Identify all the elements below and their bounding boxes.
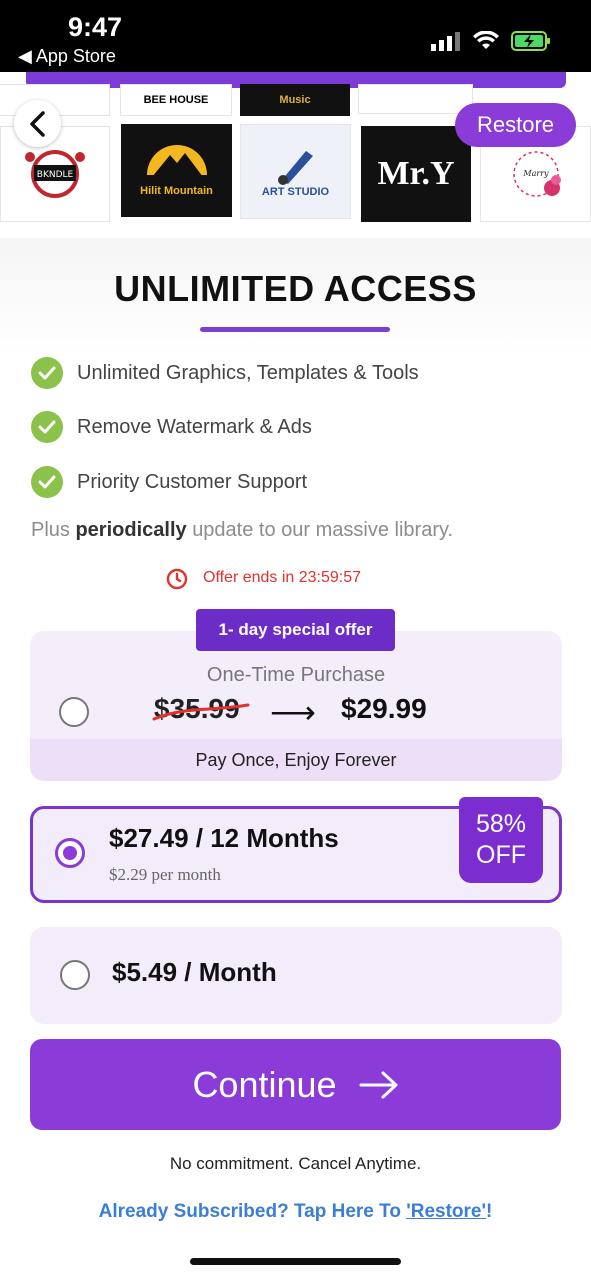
plan-title: One-Time Purchase bbox=[206, 664, 386, 686]
feature-item: Remove Watermark & Ads bbox=[31, 411, 312, 443]
svg-text:BKNDLE: BKNDLE bbox=[37, 170, 74, 180]
already-subscribed-link[interactable]: Already Subscribed? Tap Here To 'Restore… bbox=[0, 1201, 591, 1223]
gallery-tile bbox=[358, 84, 473, 114]
plan-price: $27.49 / 12 Months bbox=[109, 823, 339, 853]
plan-yearly[interactable]: $27.49 / 12 Months $2.29 per month 58% O… bbox=[30, 797, 562, 903]
offer-timer-text: Offer ends in 23:59:57 bbox=[203, 569, 362, 586]
feature-label: Unlimited Graphics, Templates & Tools bbox=[77, 361, 419, 384]
plan-radio[interactable] bbox=[59, 697, 89, 727]
wifi-icon bbox=[473, 31, 499, 49]
status-icons bbox=[431, 30, 551, 52]
gallery-tile: BEE HOUSE bbox=[120, 84, 232, 116]
discount-badge: 58% OFF bbox=[459, 797, 543, 883]
mountain-logo-icon bbox=[146, 144, 207, 177]
no-commitment-note: No commitment. Cancel Anytime. bbox=[169, 1154, 422, 1173]
plan-footer: Pay Once, Enjoy Forever bbox=[30, 739, 562, 781]
floral-logo-icon: Marry bbox=[512, 151, 561, 197]
strikethrough-mark bbox=[152, 703, 250, 721]
plan-radio[interactable] bbox=[60, 960, 90, 990]
continue-label: Continue bbox=[192, 1063, 337, 1105]
clock-icon bbox=[166, 568, 188, 590]
special-offer-badge: 1- day special offer bbox=[196, 609, 395, 651]
check-icon bbox=[31, 466, 63, 498]
feature-item: Priority Customer Support bbox=[31, 466, 307, 498]
offer-timer: Offer ends in 23:59:57 bbox=[165, 566, 361, 590]
clock: 9:47 bbox=[68, 12, 123, 42]
signal-icon bbox=[431, 32, 460, 51]
brush-logo-icon bbox=[277, 150, 313, 185]
gallery-tile: Music bbox=[240, 84, 350, 116]
music-logo-icon: BKNDLE bbox=[25, 150, 85, 198]
new-price: $29.99 bbox=[341, 693, 427, 724]
arrow-right-icon: ⟶ bbox=[270, 694, 316, 730]
gallery-tile: Hilit Mountain bbox=[121, 124, 232, 217]
home-indicator bbox=[190, 1258, 401, 1265]
back-to-app-store-link[interactable]: ◀ App Store bbox=[18, 46, 116, 67]
feature-label: Remove Watermark & Ads bbox=[77, 415, 312, 438]
paywall-screen: 9:47 ◀ App Store BEE HOUSE Music BKNDLE … bbox=[0, 0, 591, 1280]
svg-text:Marry: Marry bbox=[522, 169, 549, 178]
plan-one-time[interactable]: One-Time Purchase $35.99 ⟶ $29.99 Pay On… bbox=[30, 631, 562, 781]
restore-button[interactable]: Restore bbox=[455, 103, 576, 147]
plan-per-month: $2.29 per month bbox=[109, 865, 221, 884]
back-button[interactable] bbox=[14, 100, 61, 147]
plan-monthly[interactable]: $5.49 / Month bbox=[30, 927, 562, 1024]
check-icon bbox=[31, 411, 63, 443]
feature-label: Priority Customer Support bbox=[77, 470, 308, 493]
feature-item: Unlimited Graphics, Templates & Tools bbox=[31, 357, 419, 389]
plan-price: $5.49 / Month bbox=[112, 957, 277, 987]
restore-link[interactable]: 'Restore' bbox=[406, 1201, 486, 1222]
plan-radio-selected[interactable] bbox=[55, 838, 85, 868]
title-underline bbox=[200, 327, 390, 332]
continue-button[interactable]: Continue bbox=[30, 1039, 561, 1130]
check-icon bbox=[31, 357, 63, 389]
gallery-tile: Mr.Y bbox=[361, 126, 471, 222]
status-bar: 9:47 ◀ App Store bbox=[0, 0, 591, 72]
arrow-right-icon bbox=[359, 1071, 398, 1098]
library-update-note: Plus periodically update to our massive … bbox=[31, 519, 454, 541]
chevron-left-icon bbox=[29, 110, 45, 137]
battery-charging-icon bbox=[511, 31, 550, 51]
gallery-tile: ART STUDIO bbox=[240, 124, 351, 219]
gallery-tile: BKNDLE bbox=[0, 126, 110, 222]
page-title: UNLIMITED ACCESS bbox=[114, 268, 477, 309]
